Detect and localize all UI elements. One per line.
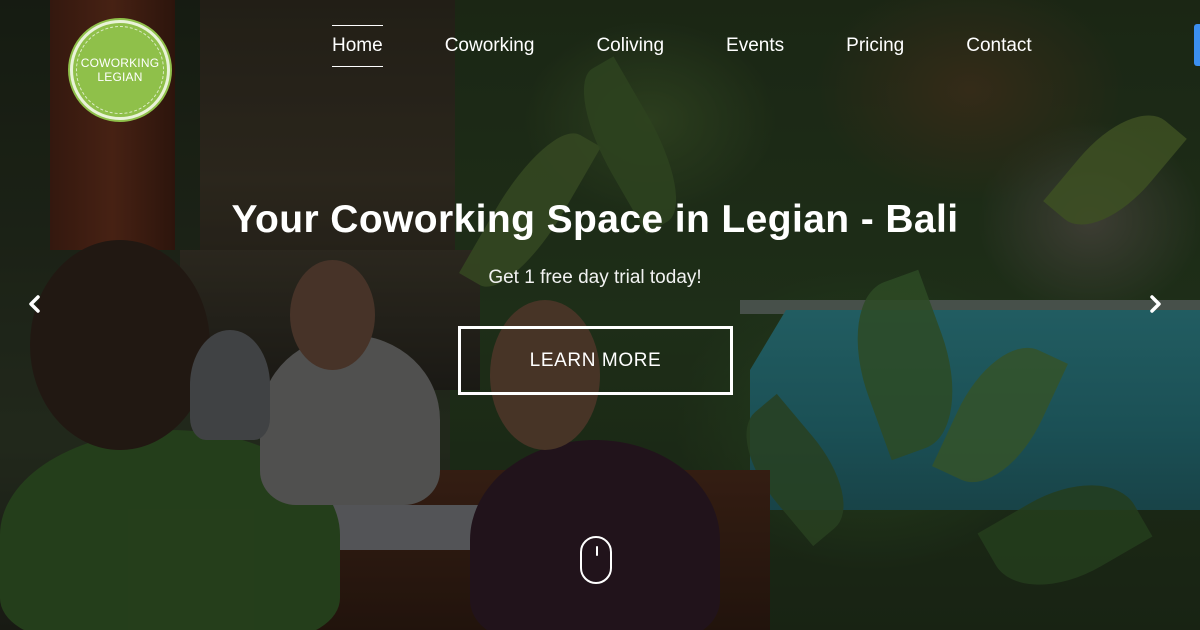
mouse-scroll-icon[interactable] xyxy=(580,536,612,584)
chevron-right-icon xyxy=(1150,295,1161,313)
hero-title: Your Coworking Space in Legian - Bali xyxy=(231,198,959,241)
logo-text-line2: LEGIAN xyxy=(97,70,143,84)
nav-item-coworking[interactable]: Coworking xyxy=(445,25,535,67)
carousel-next-button[interactable] xyxy=(1137,285,1175,323)
main-navigation: Home Coworking Coliving Events Pricing C… xyxy=(332,25,1032,67)
nav-item-events[interactable]: Events xyxy=(726,25,784,67)
chevron-left-icon xyxy=(29,295,40,313)
hero-background-image xyxy=(0,0,1200,630)
learn-more-button[interactable]: LEARN MORE xyxy=(458,326,733,395)
hero-subtitle: Get 1 free day trial today! xyxy=(488,267,702,288)
mouse-wheel xyxy=(596,546,598,556)
dark-overlay xyxy=(0,0,1200,630)
carousel-prev-button[interactable] xyxy=(15,285,53,323)
nav-item-contact[interactable]: Contact xyxy=(966,25,1031,67)
logo-ring: COWORKING LEGIAN xyxy=(76,26,164,114)
nav-item-pricing[interactable]: Pricing xyxy=(846,25,904,67)
nav-item-home[interactable]: Home xyxy=(332,25,383,67)
logo-text-line1: COWORKING xyxy=(80,56,160,70)
corner-tab-button[interactable] xyxy=(1194,24,1200,66)
coworking-legian-logo[interactable]: COWORKING LEGIAN xyxy=(70,20,170,120)
nav-item-coliving[interactable]: Coliving xyxy=(596,25,664,67)
